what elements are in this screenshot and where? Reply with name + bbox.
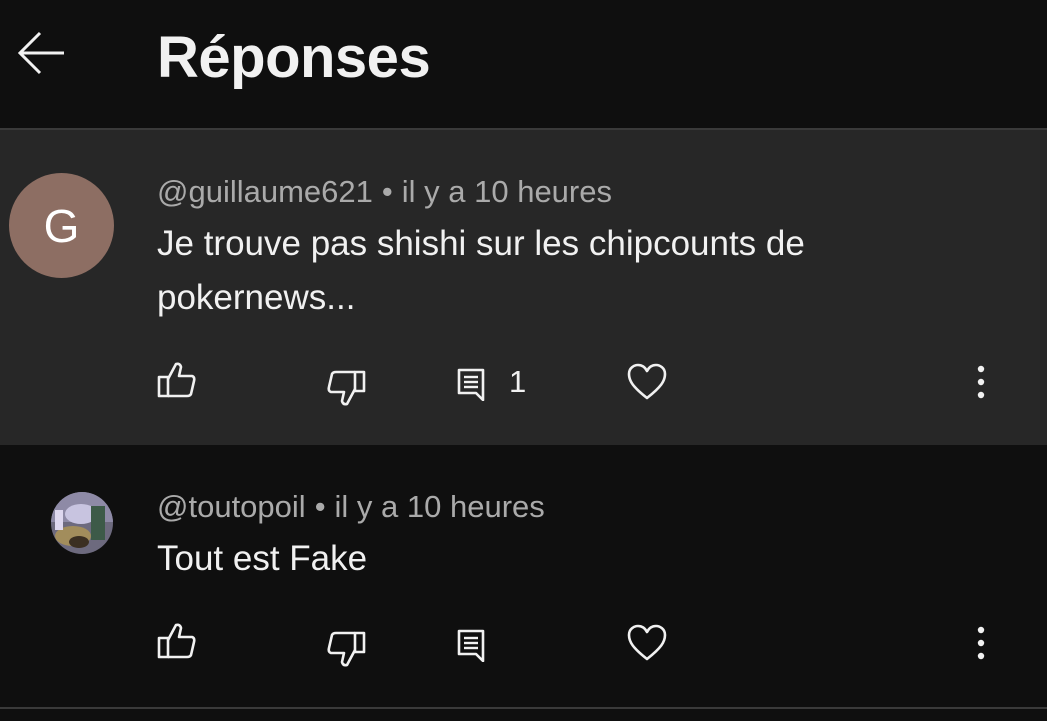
avatar-letter: G	[43, 199, 80, 252]
more-vertical-icon	[977, 365, 985, 399]
avatar-image	[51, 492, 113, 554]
back-button[interactable]	[14, 28, 70, 78]
comment-time: il y a 10 heures	[334, 489, 545, 524]
heart-button[interactable]	[627, 624, 667, 662]
divider	[0, 707, 1047, 709]
comment-text-line: Je trouve pas shishi sur les chipcounts …	[157, 224, 805, 263]
reply-button[interactable]	[456, 367, 486, 401]
comment-author[interactable]: @guillaume621	[157, 174, 373, 209]
comment-text-line: Tout est Fake	[157, 539, 368, 578]
page-title: Réponses	[157, 25, 431, 90]
heart-icon	[627, 624, 667, 661]
top-bar: Réponses	[0, 0, 1047, 130]
comment-text: Tout est Fake	[157, 532, 877, 586]
comment-icon	[457, 629, 485, 662]
more-options-button[interactable]	[972, 626, 990, 660]
heart-icon	[627, 363, 667, 400]
dislike-button[interactable]	[325, 368, 367, 408]
avatar[interactable]	[51, 492, 113, 554]
reply-button[interactable]	[456, 628, 486, 662]
comment-text-line: pokernews...	[157, 278, 356, 317]
comment-meta: @toutopoil • il y a 10 heures	[157, 489, 545, 525]
comment-reply: @toutopoil • il y a 10 heures Tout est Fak…	[0, 445, 1047, 707]
avatar[interactable]: G	[9, 173, 114, 278]
dislike-button[interactable]	[325, 629, 367, 669]
like-button[interactable]	[156, 621, 198, 661]
comment-icon	[457, 368, 485, 401]
heart-button[interactable]	[627, 363, 667, 401]
comment-author[interactable]: @toutopoil	[157, 489, 306, 524]
thumb-up-icon	[157, 623, 196, 659]
reply-count[interactable]: 1	[509, 364, 526, 400]
comment-time: il y a 10 heures	[401, 174, 612, 209]
comment-meta: @guillaume621 • il y a 10 heures	[157, 174, 612, 210]
comment-text: Je trouve pas shishi sur les chipcounts …	[157, 217, 877, 325]
more-options-button[interactable]	[972, 365, 990, 399]
more-vertical-icon	[977, 626, 985, 660]
arrow-left-icon	[17, 31, 64, 75]
meta-separator: •	[381, 174, 393, 209]
like-button[interactable]	[156, 360, 198, 400]
thumb-down-icon	[327, 631, 366, 667]
thumb-up-icon	[157, 362, 196, 398]
thumb-down-icon	[327, 370, 366, 406]
comment-parent: G @guillaume621 • il y a 10 heures Je trou…	[0, 130, 1047, 445]
meta-separator: •	[314, 489, 326, 524]
